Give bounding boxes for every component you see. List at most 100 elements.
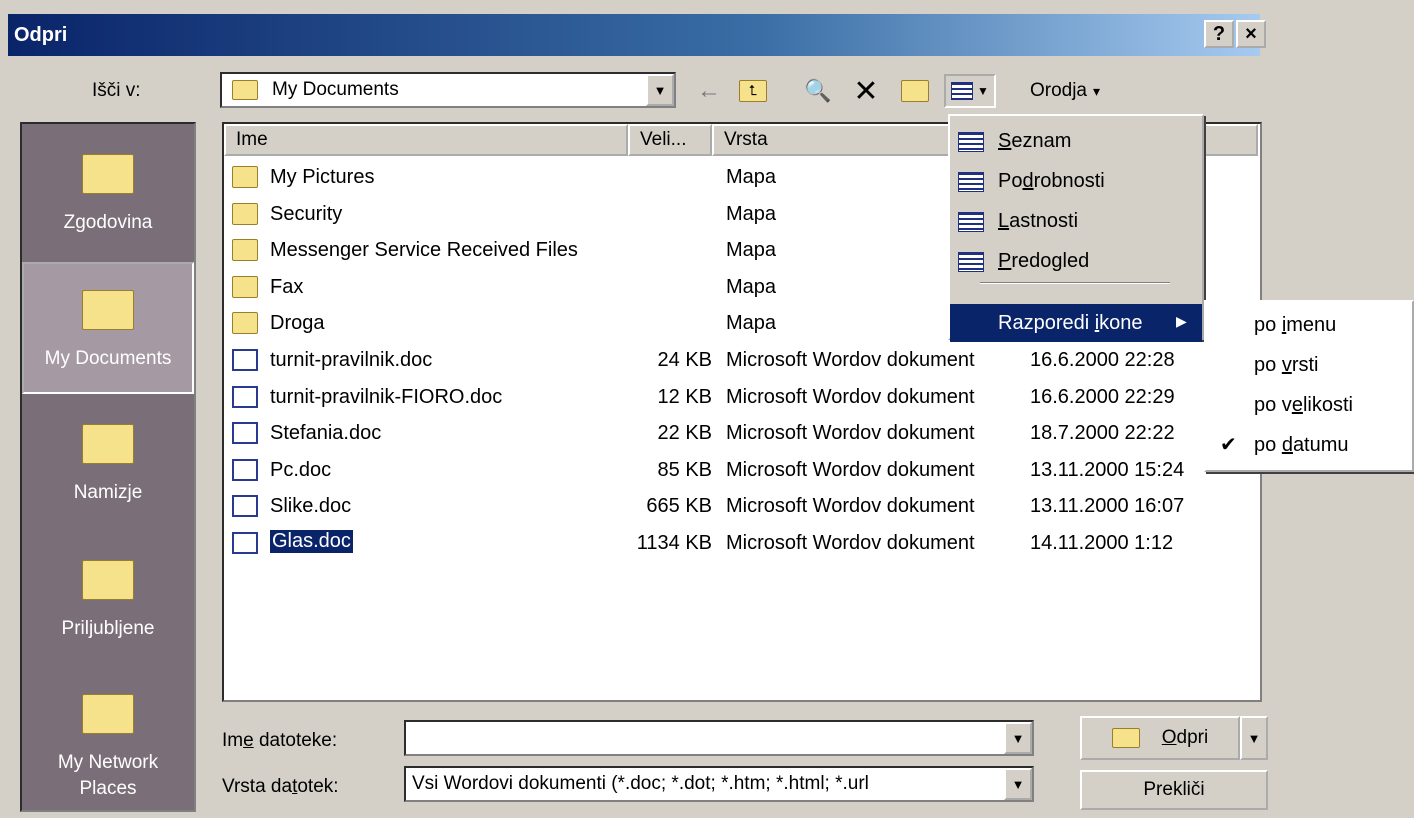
file-type: Mapa (726, 312, 777, 335)
arrange-submenu: po imenu po vrsti po velikosti ✔ po datumu (1204, 300, 1414, 472)
file-name: Slike.doc (270, 495, 352, 518)
file-name: Droga (270, 312, 325, 335)
views-button[interactable]: ▼ (944, 74, 996, 108)
file-row[interactable]: Pc.doc 85 KB Microsoft Wordov dokument 13.1… (224, 453, 1260, 489)
place-favorites[interactable]: Priljubljene (22, 534, 194, 666)
menu-item-view-2[interactable]: Podrobnosti (950, 162, 1202, 200)
chevron-down-icon: ▾ (1093, 82, 1101, 99)
delete-icon[interactable]: ✕ (850, 74, 882, 108)
submenu-item-arrange-3[interactable]: po velikosti (1206, 386, 1412, 426)
place-desktop[interactable]: Namizje (22, 398, 194, 530)
network-places-icon (77, 688, 139, 740)
file-type: Microsoft Wordov dokument (726, 349, 975, 371)
chevron-down-icon[interactable]: ▼ (1004, 722, 1032, 754)
file-size: 1134 KB (636, 532, 712, 554)
tools-menu[interactable]: Orodja ▾ (1010, 74, 1120, 108)
file-type: Microsoft Wordov dokument (726, 385, 975, 408)
file-date: 13.11.2000 15:24 (1030, 458, 1185, 481)
place-network-places[interactable]: My Network Places (22, 668, 194, 800)
word-document-icon (232, 349, 258, 371)
file-row[interactable]: Glas.doc 1134 KB Microsoft Wordov dokument… (224, 526, 1260, 562)
chevron-right-icon: ▶ (1176, 313, 1187, 329)
close-button[interactable]: × (1236, 20, 1266, 48)
filetype-label: Vrsta datotek: (222, 776, 339, 797)
chevron-down-icon[interactable]: ▼ (1004, 768, 1032, 800)
filetype-value: Vsi Wordovi dokumenti (*.doc; *.dot; *.h… (412, 773, 869, 794)
look-in-combo[interactable]: My Documents ▼ (220, 72, 676, 108)
file-date: 14.11.2000 1:12 (1030, 532, 1174, 554)
place-label: Zgodovina (63, 212, 153, 233)
file-type: Mapa (726, 202, 777, 225)
submenu-item-arrange-1[interactable]: po imenu (1206, 306, 1412, 346)
submenu-item-arrange-4[interactable]: ✔ po datumu (1206, 426, 1412, 466)
menu-item-view-1[interactable]: Seznam (950, 122, 1202, 160)
file-size: 12 KB (657, 385, 712, 408)
view-mode-icon (958, 132, 984, 152)
help-button[interactable]: ? (1204, 20, 1234, 48)
filename-field[interactable]: ▼ (404, 720, 1034, 756)
view-menu: Razporedi ikone ▶ Seznam Podrobnosti Lastn… (948, 114, 1204, 342)
file-type: Mapa (726, 239, 777, 262)
file-date: 16.6.2000 22:29 (1030, 385, 1175, 408)
open-dialog: Odpri ? × Išči v: My Documents ▼ ← ⮤ 🔍 ✕… (0, 0, 1414, 818)
word-document-icon (232, 532, 258, 554)
title-bar: Odpri ? × (8, 14, 1266, 56)
file-size: 22 KB (657, 422, 712, 445)
place-history[interactable]: Zgodovina (22, 128, 194, 260)
word-document-icon (232, 458, 258, 481)
place-label: Namizje (73, 482, 143, 503)
word-document-icon (232, 495, 258, 518)
views-icon (951, 82, 974, 100)
menu-item-arrange-icons[interactable]: Razporedi ikone ▶ (950, 304, 1202, 342)
search-web-icon[interactable]: 🔍 (800, 74, 836, 108)
file-name: Glas.doc (270, 530, 353, 553)
desktop-icon (77, 418, 139, 470)
history-icon (77, 148, 139, 200)
favorites-icon (77, 554, 139, 606)
place-my-documents[interactable]: My Documents (22, 262, 194, 394)
pictures-folder-icon (232, 166, 258, 188)
menu-item-view-4[interactable]: Predogled (950, 242, 1202, 280)
file-row[interactable]: turnit-pravilnik-FIORO.doc 12 KB Microsoft… (224, 380, 1260, 416)
file-name: Fax (270, 275, 304, 298)
file-name: My Pictures (270, 166, 375, 188)
open-folder-icon (1111, 728, 1140, 748)
menu-item-view-3[interactable]: Lastnosti (950, 202, 1202, 240)
check-icon: ✔ (1220, 434, 1237, 456)
place-label: My Documents (44, 348, 172, 369)
file-type: Microsoft Wordov dokument (726, 422, 975, 445)
submenu-item-arrange-2[interactable]: po vrsti (1206, 346, 1412, 386)
look-in-value: My Documents (272, 79, 399, 100)
place-label: Priljubljene (61, 618, 155, 639)
new-folder-icon[interactable] (896, 74, 934, 108)
file-size: 24 KB (657, 349, 712, 371)
folder-icon (232, 80, 258, 100)
file-name: Security (270, 202, 343, 225)
file-size: 85 KB (657, 458, 712, 481)
file-row[interactable]: Stefania.doc 22 KB Microsoft Wordov dokume… (224, 416, 1260, 452)
open-button[interactable]: Odpri (1080, 716, 1240, 760)
up-folder-icon[interactable]: ⮤ (736, 74, 770, 108)
file-name: turnit-pravilnik-FIORO.doc (270, 385, 503, 408)
file-name: turnit-pravilnik.doc (270, 349, 433, 371)
file-row[interactable]: Slike.doc 665 KB Microsoft Wordov dokument… (224, 489, 1260, 525)
word-document-icon (232, 422, 258, 445)
back-icon[interactable]: ← (694, 74, 724, 108)
column-header-name[interactable]: Ime (224, 124, 628, 156)
folder-icon (232, 275, 258, 298)
view-mode-icon (958, 252, 984, 272)
look-in-label: Išči v: (92, 80, 141, 101)
column-header-size[interactable]: Veli... (628, 124, 712, 156)
file-row[interactable]: turnit-pravilnik.doc 24 KB Microsoft Wordo… (224, 343, 1260, 379)
filetype-combo[interactable]: Vsi Wordovi dokumenti (*.doc; *.dot; *.h… (404, 766, 1034, 802)
menu-separator (980, 282, 1170, 284)
filename-label: Ime datoteke: (222, 730, 338, 751)
folder-icon (232, 239, 258, 262)
file-date: 13.11.2000 16:07 (1030, 495, 1185, 518)
cancel-button[interactable]: Prekliči (1080, 770, 1268, 810)
open-dropdown-button[interactable]: ▼ (1240, 716, 1268, 760)
chevron-down-icon[interactable]: ▼ (646, 74, 674, 106)
file-type: Mapa (726, 166, 777, 188)
view-mode-icon (958, 172, 984, 192)
file-type: Mapa (726, 275, 777, 298)
